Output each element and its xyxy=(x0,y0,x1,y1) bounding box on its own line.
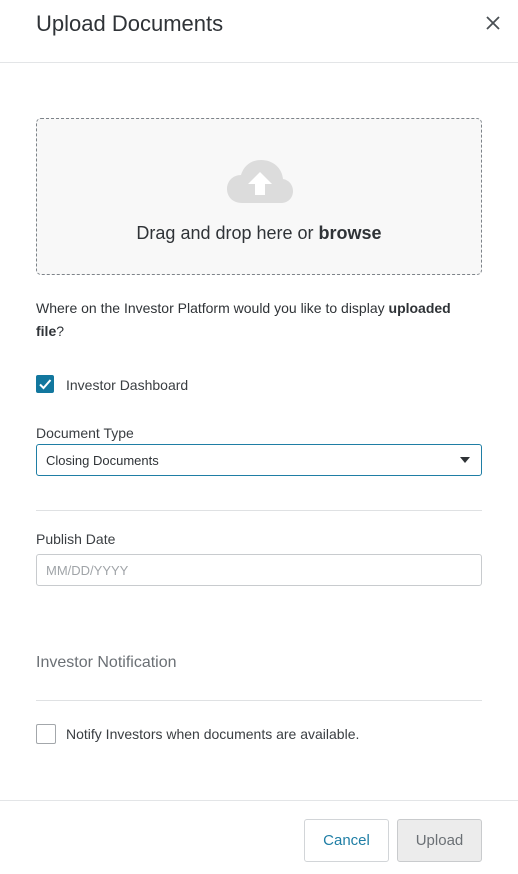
publish-date-label: Publish Date xyxy=(36,531,116,547)
checkmark-icon xyxy=(39,379,52,390)
modal-header: Upload Documents xyxy=(0,0,518,63)
investor-dashboard-checkbox[interactable] xyxy=(36,375,54,393)
notify-investors-label: Notify Investors when documents are avai… xyxy=(66,726,360,742)
close-icon xyxy=(486,16,500,30)
notify-investors-checkbox[interactable] xyxy=(36,724,56,744)
document-type-label: Document Type xyxy=(36,425,134,441)
cloud-upload-icon xyxy=(227,160,293,203)
dropzone-text: Drag and drop here or browse xyxy=(37,223,481,244)
display-location-question: Where on the Investor Platform would you… xyxy=(36,297,476,343)
dropzone-instruction: Drag and drop here or xyxy=(136,223,319,243)
investor-notification-title: Investor Notification xyxy=(36,654,177,671)
file-dropzone[interactable]: Drag and drop here or browse xyxy=(36,118,482,275)
document-type-value: Closing Documents xyxy=(46,453,159,468)
cancel-button[interactable]: Cancel xyxy=(304,819,389,862)
modal-title: Upload Documents xyxy=(36,11,224,36)
investor-dashboard-label: Investor Dashboard xyxy=(66,377,189,393)
footer-divider xyxy=(0,800,518,801)
question-mark: ? xyxy=(56,323,65,339)
document-type-select[interactable]: Closing Documents xyxy=(36,444,482,476)
browse-link[interactable]: browse xyxy=(319,223,382,243)
question-text: Where on the Investor Platform would you… xyxy=(36,300,389,316)
publish-date-input[interactable] xyxy=(36,554,482,586)
upload-button[interactable]: Upload xyxy=(397,819,482,862)
section-divider xyxy=(36,510,482,511)
notification-divider xyxy=(36,700,482,701)
close-button[interactable] xyxy=(480,10,506,36)
dropdown-caret-icon xyxy=(460,457,470,463)
